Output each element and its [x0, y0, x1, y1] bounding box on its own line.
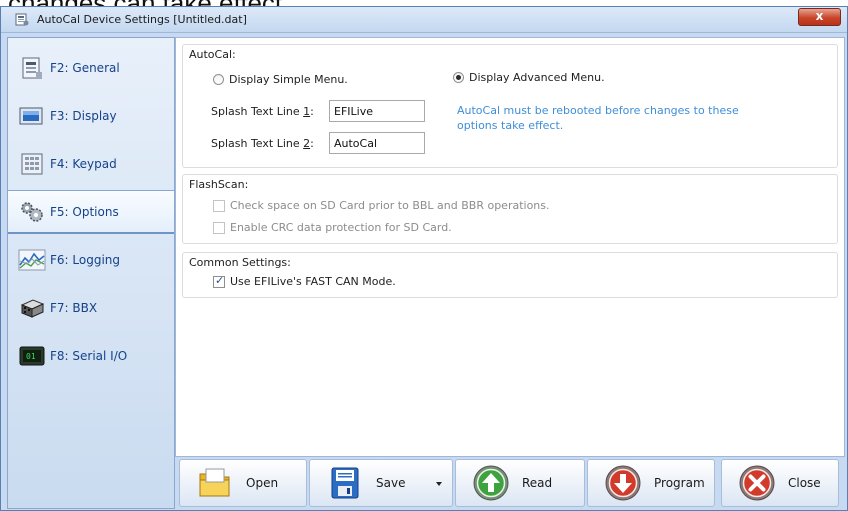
title-bar: AutoCal Device Settings [Untitled.dat] x	[1, 7, 847, 33]
sidebar-item-label: F2: General	[50, 61, 120, 75]
reboot-notice: AutoCal must be rebooted before changes …	[457, 103, 739, 133]
program-button-label: Program	[654, 476, 705, 490]
enable-crc-label: Enable CRC data protection for SD Card.	[230, 221, 452, 234]
sidebar-item-keypad[interactable]: F4: Keypad	[8, 142, 174, 186]
app-icon	[15, 13, 29, 26]
fast-can-checkbox[interactable]: Use EFILive's FAST CAN Mode.	[213, 274, 396, 288]
program-button[interactable]: Program	[587, 459, 715, 507]
checkbox-indicator[interactable]	[213, 199, 225, 212]
chevron-down-icon[interactable]	[436, 482, 442, 486]
sidebar-item-label: F5: Options	[50, 204, 119, 219]
arrow-up-icon	[472, 464, 510, 502]
options-panel: AutoCal: Display Simple Menu. Display Ad…	[175, 37, 845, 457]
sidebar-item-serial[interactable]: 01 F8: Serial I/O	[8, 334, 174, 378]
common-settings-group: Common Settings: Use EFILive's FAST CAN …	[182, 252, 838, 298]
check-sd-space-checkbox[interactable]: Check space on SD Card prior to BBL and …	[213, 199, 550, 212]
enable-crc-checkbox[interactable]: Enable CRC data protection for SD Card.	[213, 221, 452, 234]
options-icon	[18, 198, 46, 226]
sidebar-item-options[interactable]: F5: Options	[8, 190, 174, 234]
advanced-menu-radio[interactable]: Display Advanced Menu.	[453, 71, 605, 84]
close-icon	[738, 464, 776, 502]
folder-icon	[196, 464, 234, 502]
simple-menu-label: Display Simple Menu.	[229, 73, 348, 86]
simple-menu-radio[interactable]: Display Simple Menu.	[213, 73, 348, 86]
advanced-menu-label: Display Advanced Menu.	[469, 71, 605, 84]
label-colon: :	[310, 137, 314, 150]
button-bar: Open Save Read Program Close	[175, 457, 845, 509]
checkbox-indicator[interactable]	[213, 274, 225, 288]
open-button[interactable]: Open	[179, 459, 307, 507]
reboot-notice-line-2: options take effect.	[457, 119, 564, 132]
save-button[interactable]: Save	[309, 459, 453, 507]
label-text: Splash Text Line	[211, 105, 304, 118]
general-icon	[18, 54, 46, 82]
save-button-label: Save	[376, 476, 406, 490]
radio-indicator[interactable]	[453, 72, 464, 83]
settings-window: AutoCal Device Settings [Untitled.dat] x…	[0, 6, 848, 511]
sidebar-item-label: F7: BBX	[50, 301, 98, 315]
common-settings-title: Common Settings:	[189, 256, 291, 269]
keypad-icon	[18, 150, 46, 178]
sidebar-item-label: F4: Keypad	[50, 157, 117, 171]
flashscan-group: FlashScan: Check space on SD Card prior …	[182, 174, 838, 244]
svg-text:01: 01	[26, 352, 36, 361]
radio-indicator[interactable]	[213, 74, 224, 85]
read-button[interactable]: Read	[455, 459, 585, 507]
checkbox-indicator[interactable]	[213, 221, 225, 234]
arrow-down-icon	[604, 464, 642, 502]
display-icon	[18, 102, 46, 130]
close-button[interactable]: Close	[721, 459, 839, 507]
splash-line-1-label: Splash Text Line 1:	[211, 105, 314, 118]
close-button-label: Close	[788, 476, 821, 490]
sidebar-item-general[interactable]: F2: General	[8, 46, 174, 90]
autocal-group-title: AutoCal:	[189, 48, 236, 61]
label-colon: :	[310, 105, 314, 118]
sidebar-item-label: F3: Display	[50, 109, 117, 123]
serial-icon: 01	[18, 342, 46, 370]
fast-can-label: Use EFILive's FAST CAN Mode.	[230, 275, 396, 288]
check-sd-space-label: Check space on SD Card prior to BBL and …	[230, 199, 550, 212]
splash-line-2-input[interactable]	[329, 132, 425, 154]
sidebar-nav: F2: General F3: Display F4: Keypad F5: O…	[7, 37, 175, 509]
flashscan-group-title: FlashScan:	[189, 178, 249, 191]
autocal-group: AutoCal: Display Simple Menu. Display Ad…	[182, 44, 838, 168]
sidebar-item-display[interactable]: F3: Display	[8, 94, 174, 138]
save-icon	[326, 464, 364, 502]
window-title: AutoCal Device Settings [Untitled.dat]	[37, 13, 247, 26]
label-text: Splash Text Line	[211, 137, 304, 150]
logging-icon	[18, 246, 46, 274]
splash-line-2-label: Splash Text Line 2:	[211, 137, 314, 150]
sidebar-item-logging[interactable]: F6: Logging	[8, 238, 174, 282]
sidebar-item-label: F6: Logging	[50, 253, 121, 267]
reboot-notice-line-1: AutoCal must be rebooted before changes …	[457, 104, 739, 117]
read-button-label: Read	[522, 476, 553, 490]
sidebar-item-bbx[interactable]: F7: BBX	[8, 286, 174, 330]
bbx-icon	[18, 294, 46, 322]
window-close-button[interactable]: x	[798, 8, 841, 26]
splash-line-1-input[interactable]	[329, 100, 425, 122]
open-button-label: Open	[246, 476, 279, 490]
sidebar-item-label: F8: Serial I/O	[50, 349, 128, 363]
